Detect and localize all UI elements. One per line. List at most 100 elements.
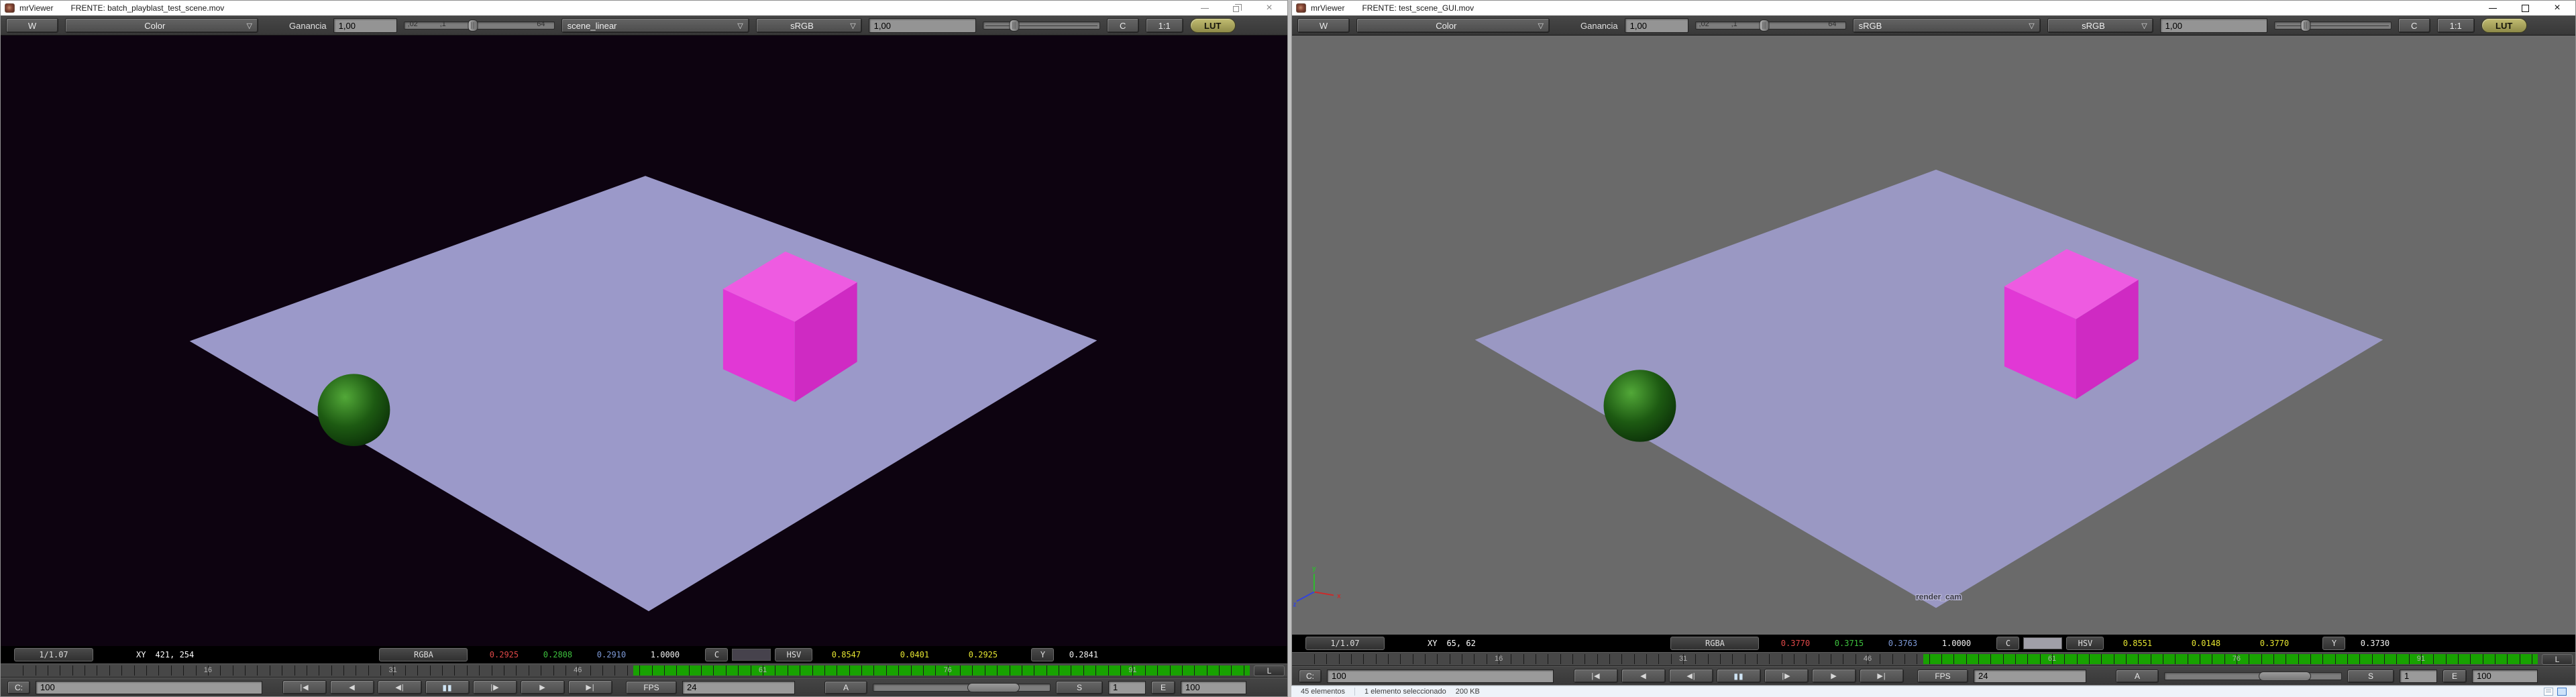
restore-button[interactable] — [1232, 3, 1242, 13]
wipe-button[interactable]: W — [6, 18, 58, 33]
frame-tick — [380, 665, 382, 676]
play-button[interactable]: ▶ — [1812, 669, 1856, 683]
zoom-ratio-button[interactable]: 1/1.07 — [14, 648, 93, 661]
details-view-icon[interactable] — [2544, 688, 2553, 696]
rgba-button[interactable]: RGBA — [1670, 637, 1760, 650]
color-check-button[interactable]: C — [1996, 637, 2020, 650]
loop-end-button[interactable]: E — [2443, 669, 2467, 683]
colorspace-dropdown[interactable]: sRGB ▽ — [1852, 18, 2041, 33]
gain-slider-thumb[interactable] — [468, 19, 478, 32]
loop-mode-button[interactable]: L — [2542, 654, 2573, 665]
audio-button[interactable]: A — [824, 680, 867, 694]
zoom-ratio-button[interactable]: 1/1.07 — [1305, 637, 1385, 650]
colorspace-dropdown[interactable]: scene_linear ▽ — [561, 18, 749, 33]
display-dropdown[interactable]: sRGB ▽ — [755, 18, 862, 33]
go-to-start-button[interactable]: |◀ — [1574, 669, 1618, 683]
viewer-toolbar: W Color ▽ Ganancia 1,00 ,02 ,1 64 scene_… — [1, 15, 1287, 36]
channel-dropdown[interactable]: Color ▽ — [65, 18, 258, 33]
frame-tick — [109, 665, 110, 676]
frame-tick — [1388, 654, 1389, 664]
gamma-input[interactable]: 1,00 — [868, 18, 976, 33]
step-forward-button[interactable]: |▶ — [1764, 669, 1809, 683]
checkerboard-button[interactable]: C — [1106, 18, 1139, 33]
frame-tick — [1219, 665, 1220, 676]
sphere — [1603, 370, 1676, 442]
loop-start-field[interactable]: 1 — [2400, 669, 2437, 683]
gamma-slider-track — [982, 21, 1100, 30]
gain-slider[interactable]: ,02 ,1 64 — [403, 19, 555, 32]
xy-label: XY — [136, 650, 146, 659]
fps-label: FPS — [626, 680, 677, 694]
frame-tick — [516, 665, 517, 676]
hsv-button[interactable]: HSV — [775, 648, 813, 661]
close-button[interactable]: × — [2553, 3, 2562, 13]
play-backwards-button[interactable]: ◀ — [330, 680, 374, 694]
wipe-button[interactable]: W — [1297, 18, 1350, 33]
gamma-slider[interactable] — [2273, 19, 2392, 32]
audio-button[interactable]: A — [2116, 669, 2159, 683]
titlebar[interactable]: mrViewer FRENTE: batch_playblast_test_sc… — [1, 1, 1287, 15]
gamma-input[interactable]: 1,00 — [2159, 18, 2267, 33]
loop-end-field[interactable]: 100 — [2472, 669, 2538, 683]
volume-slider[interactable] — [873, 681, 1051, 694]
display-dropdown[interactable]: sRGB ▽ — [2047, 18, 2153, 33]
checkerboard-button[interactable]: C — [2398, 18, 2430, 33]
gain-slider[interactable]: ,02 ,1 64 — [1695, 19, 1846, 32]
viewport[interactable] — [1, 36, 1287, 646]
viewport[interactable]: render_cam x y z — [1292, 36, 2575, 635]
thumbnail-view-icon[interactable] — [2557, 688, 2567, 696]
gamma-slider-thumb[interactable] — [1009, 19, 1020, 32]
timeline-ruler[interactable]: 16 31 46 61 76 91 L — [1, 663, 1287, 678]
play-backwards-button[interactable]: ◀ — [1621, 669, 1666, 683]
go-to-start-button[interactable]: |◀ — [282, 680, 327, 694]
gamma-slider[interactable] — [982, 19, 1100, 32]
frame-tick — [170, 665, 172, 676]
luma-button[interactable]: Y — [1031, 648, 1055, 661]
maximize-icon — [2521, 4, 2529, 12]
rgba-button[interactable]: RGBA — [379, 648, 468, 661]
fps-field[interactable]: 24 — [682, 680, 795, 694]
titlebar[interactable]: mrViewer FRENTE: test_scene_GUI.mov × — [1292, 1, 2575, 15]
lut-button[interactable]: LUT — [2481, 18, 2527, 33]
gamma-slider-thumb[interactable] — [2300, 19, 2311, 32]
current-frame-field[interactable]: 100 — [1327, 669, 1554, 683]
channel-dropdown[interactable]: Color ▽ — [1356, 18, 1550, 33]
gain-input[interactable]: 1,00 — [333, 18, 397, 33]
fps-field[interactable]: 24 — [1974, 669, 2086, 683]
go-to-end-button[interactable]: ▶| — [568, 680, 612, 694]
minimize-button[interactable] — [1200, 3, 1210, 13]
lut-button[interactable]: LUT — [1189, 18, 1236, 33]
hsv-button[interactable]: HSV — [2066, 637, 2104, 650]
step-back-button[interactable]: ◀| — [378, 680, 422, 694]
luma-button[interactable]: Y — [2322, 637, 2346, 650]
step-forward-button[interactable]: |▶ — [473, 680, 517, 694]
stop-button[interactable]: ▮▮ — [425, 680, 470, 694]
volume-slider[interactable] — [2164, 669, 2342, 683]
maximize-button[interactable] — [2520, 3, 2530, 13]
play-button[interactable]: ▶ — [521, 680, 565, 694]
volume-slider-thumb[interactable] — [2259, 671, 2312, 681]
close-button[interactable]: × — [1265, 3, 1274, 13]
minimize-button[interactable] — [2488, 3, 2498, 13]
fit-1-1-button[interactable]: 1:1 — [2436, 18, 2475, 33]
volume-slider-thumb[interactable] — [967, 682, 1020, 692]
fit-1-1-button[interactable]: 1:1 — [1145, 18, 1183, 33]
frame-tick — [738, 665, 739, 676]
loop-end-button[interactable]: E — [1151, 680, 1175, 694]
current-frame-field[interactable]: 100 — [36, 680, 262, 694]
loop-start-field[interactable]: 1 — [1108, 680, 1146, 694]
go-to-end-button[interactable]: ▶| — [1860, 669, 1904, 683]
gain-input[interactable]: 1,00 — [1624, 18, 1688, 33]
loop-start-button[interactable]: S — [2347, 669, 2394, 683]
gain-slider-thumb[interactable] — [1759, 19, 1770, 32]
pixel-luma: 0.3730 — [2360, 639, 2390, 648]
loop-mode-button[interactable]: L — [1254, 665, 1285, 676]
frame-tick — [368, 665, 369, 676]
loop-end-field[interactable]: 100 — [1181, 680, 1246, 694]
stop-button[interactable]: ▮▮ — [1717, 669, 1761, 683]
step-back-button[interactable]: ◀| — [1669, 669, 1713, 683]
loop-start-button[interactable]: S — [1056, 680, 1103, 694]
window-title: FRENTE: batch_playblast_test_scene.mov — [70, 3, 225, 13]
color-check-button[interactable]: C — [705, 648, 729, 661]
timeline-ruler[interactable]: 16 31 46 61 76 91 L — [1292, 652, 2575, 666]
